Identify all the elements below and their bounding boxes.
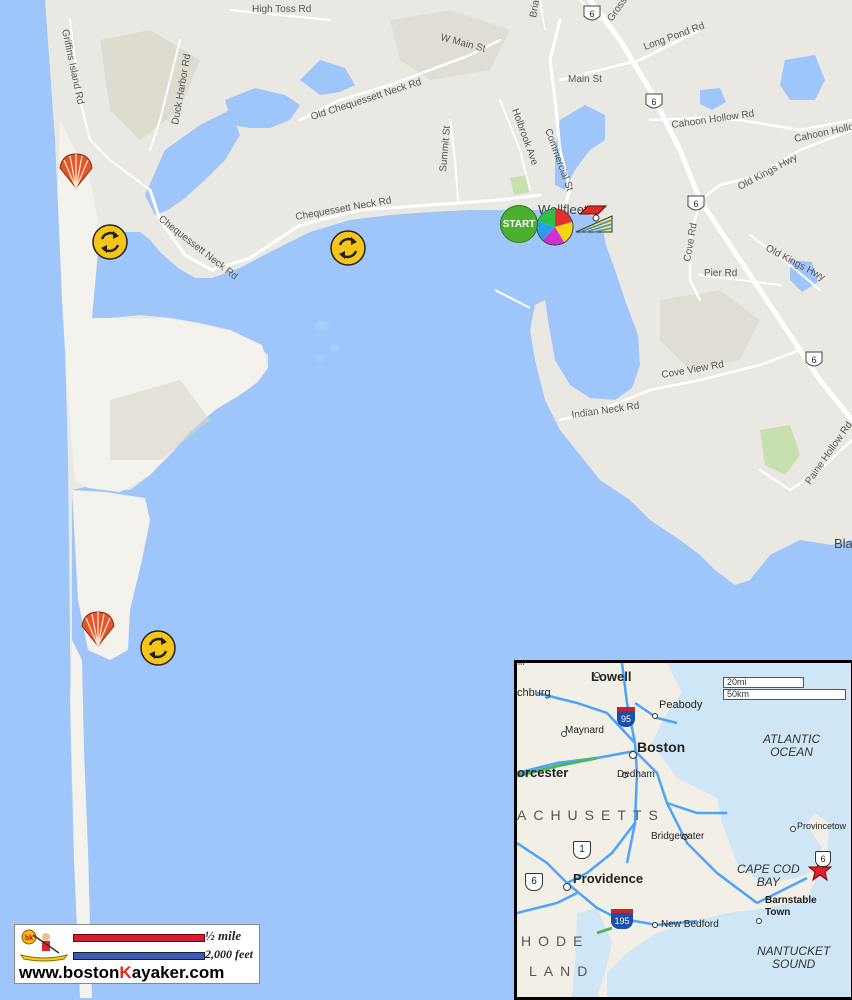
inset-city-label: Peabody bbox=[659, 699, 703, 711]
inset-state-label: LAND bbox=[529, 963, 595, 979]
beach-ball-icon[interactable] bbox=[536, 208, 574, 246]
inset-water-label: CAPE COD BAY bbox=[737, 862, 800, 889]
inset-city-label: chburg bbox=[517, 687, 551, 699]
road-label: Pier Rd bbox=[704, 268, 737, 279]
start-marker[interactable]: START bbox=[500, 205, 538, 243]
svg-text:6: 6 bbox=[589, 9, 594, 19]
road-label: High Toss Rd bbox=[252, 4, 311, 15]
town-label: Bla bbox=[834, 536, 852, 551]
inset-city-label: Providence bbox=[573, 871, 644, 886]
inset-city-label: Maynard bbox=[565, 725, 604, 736]
inset-city-label: orcester bbox=[517, 765, 569, 780]
inset-city-label: Town bbox=[765, 907, 791, 918]
inset-scale-km: 50km bbox=[723, 689, 846, 700]
half-mile-bar bbox=[73, 934, 205, 942]
feet-label: 2,000 feet bbox=[205, 947, 253, 961]
rotate-arrows-icon[interactable] bbox=[330, 230, 366, 266]
kayaker-logo-icon: bk bbox=[19, 929, 69, 962]
rotate-arrows-icon[interactable] bbox=[140, 630, 176, 666]
inset-city-label: New Bedford bbox=[661, 919, 719, 930]
inset-city-label: Bridgewater bbox=[651, 831, 705, 842]
shoal-3 bbox=[316, 354, 324, 362]
shoal-1 bbox=[315, 321, 329, 331]
inset-state-label: ACHUSETTS bbox=[517, 807, 665, 823]
svg-text:6: 6 bbox=[651, 97, 656, 107]
interstate-shield: 195 bbox=[611, 909, 633, 929]
svg-text:6: 6 bbox=[811, 355, 816, 365]
svg-text:bk: bk bbox=[25, 935, 33, 942]
inset-city-label: Wellf bbox=[517, 660, 526, 668]
inset-water-label: ATLANTIC OCEAN bbox=[763, 732, 821, 759]
road-label: Main St bbox=[568, 74, 602, 85]
us-route-shield: 6 bbox=[815, 851, 831, 867]
overview-inset-map[interactable]: 20mi 50km Lowell Peabody chburg Maynard … bbox=[514, 660, 852, 1000]
inset-water-label: NANTUCKET SOUND bbox=[757, 944, 831, 971]
feet-bar bbox=[73, 952, 205, 960]
svg-text:6: 6 bbox=[693, 199, 698, 209]
scale-legend: bk ½ mile 2,000 feet www.bostonKayaker.c… bbox=[14, 924, 260, 984]
inset-city-label: Provincetow bbox=[797, 821, 847, 831]
inset-city-label: Boston bbox=[637, 739, 686, 755]
shoal-2 bbox=[329, 344, 339, 352]
us-route-shield: 1 bbox=[573, 841, 591, 859]
half-mile-label: ½ mile bbox=[205, 928, 242, 943]
inset-city-label: Lowell bbox=[591, 669, 632, 684]
inset-scale-miles: 20mi bbox=[723, 677, 804, 688]
inset-city-label: Barnstable bbox=[765, 895, 817, 906]
interstate-shield: 95 bbox=[617, 707, 635, 727]
website-url[interactable]: www.bostonKayaker.com bbox=[19, 963, 224, 983]
us-route-shield: 6 bbox=[525, 873, 543, 891]
inset-state-label: HODE bbox=[521, 933, 590, 949]
inset-city-label: Dedham bbox=[617, 769, 655, 780]
rotate-arrows-icon[interactable] bbox=[92, 224, 128, 260]
